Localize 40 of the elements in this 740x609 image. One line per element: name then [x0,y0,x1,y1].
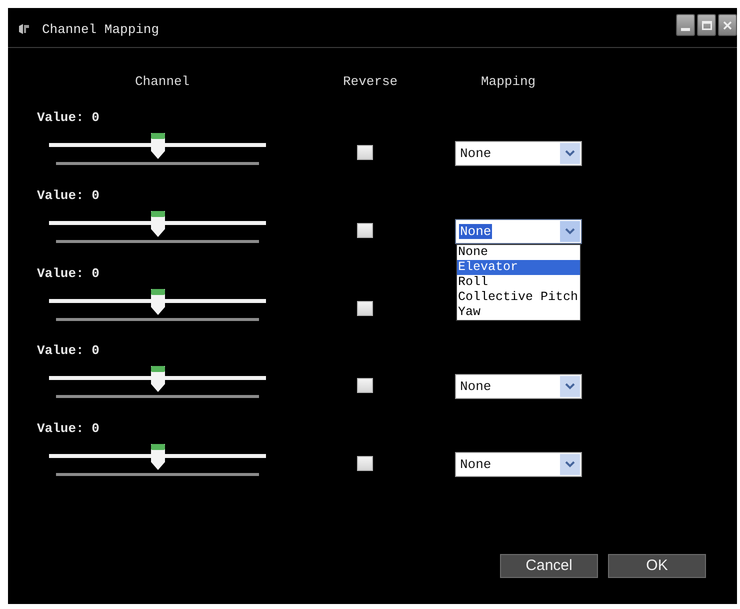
mapping-select[interactable]: None [455,452,582,477]
chevron-down-icon [560,376,580,398]
select-value: None [459,146,492,161]
close-button[interactable] [718,14,737,36]
slider-thumb[interactable] [150,288,166,316]
reverse-checkbox[interactable] [357,222,373,238]
value-label: Value: 0 [37,421,100,437]
mapping-select[interactable]: None [455,141,582,166]
dialog-button[interactable]: Cancel [500,554,598,578]
select-value: None [459,379,492,394]
maximize-button[interactable] [697,14,716,36]
window-title: Channel Mapping [42,22,160,36]
reverse-checkbox[interactable] [357,378,373,394]
dialog-button[interactable]: OK [608,554,706,578]
reverse-checkbox[interactable] [357,456,373,471]
column-header: Channel [135,74,190,90]
column-header: Reverse [343,74,398,90]
mapping-select[interactable]: None [455,374,582,400]
reverse-checkbox[interactable] [357,300,373,316]
value-label: Value: 0 [37,188,100,204]
close-icon [723,20,732,30]
maximize-icon [702,20,712,30]
select-value: None [459,457,492,472]
value-label: Value: 0 [37,110,100,126]
value-label: Value: 0 [37,343,100,360]
slider-thumb[interactable] [150,365,166,394]
chevron-down-icon [560,454,580,475]
slider-thumb[interactable] [150,443,166,471]
logo-icon [18,23,30,35]
select-value: None [459,224,492,239]
chevron-down-icon [560,143,580,164]
dropdown-option[interactable]: Elevator [457,260,580,275]
slider-thumb[interactable] [150,132,166,160]
column-header: Mapping [481,74,536,90]
minimize-button[interactable] [676,14,695,36]
slider-thumb[interactable] [150,210,166,238]
reverse-checkbox[interactable] [357,145,373,160]
value-label: Value: 0 [37,266,100,282]
minimize-icon [681,28,690,30]
chevron-down-icon [560,220,580,242]
